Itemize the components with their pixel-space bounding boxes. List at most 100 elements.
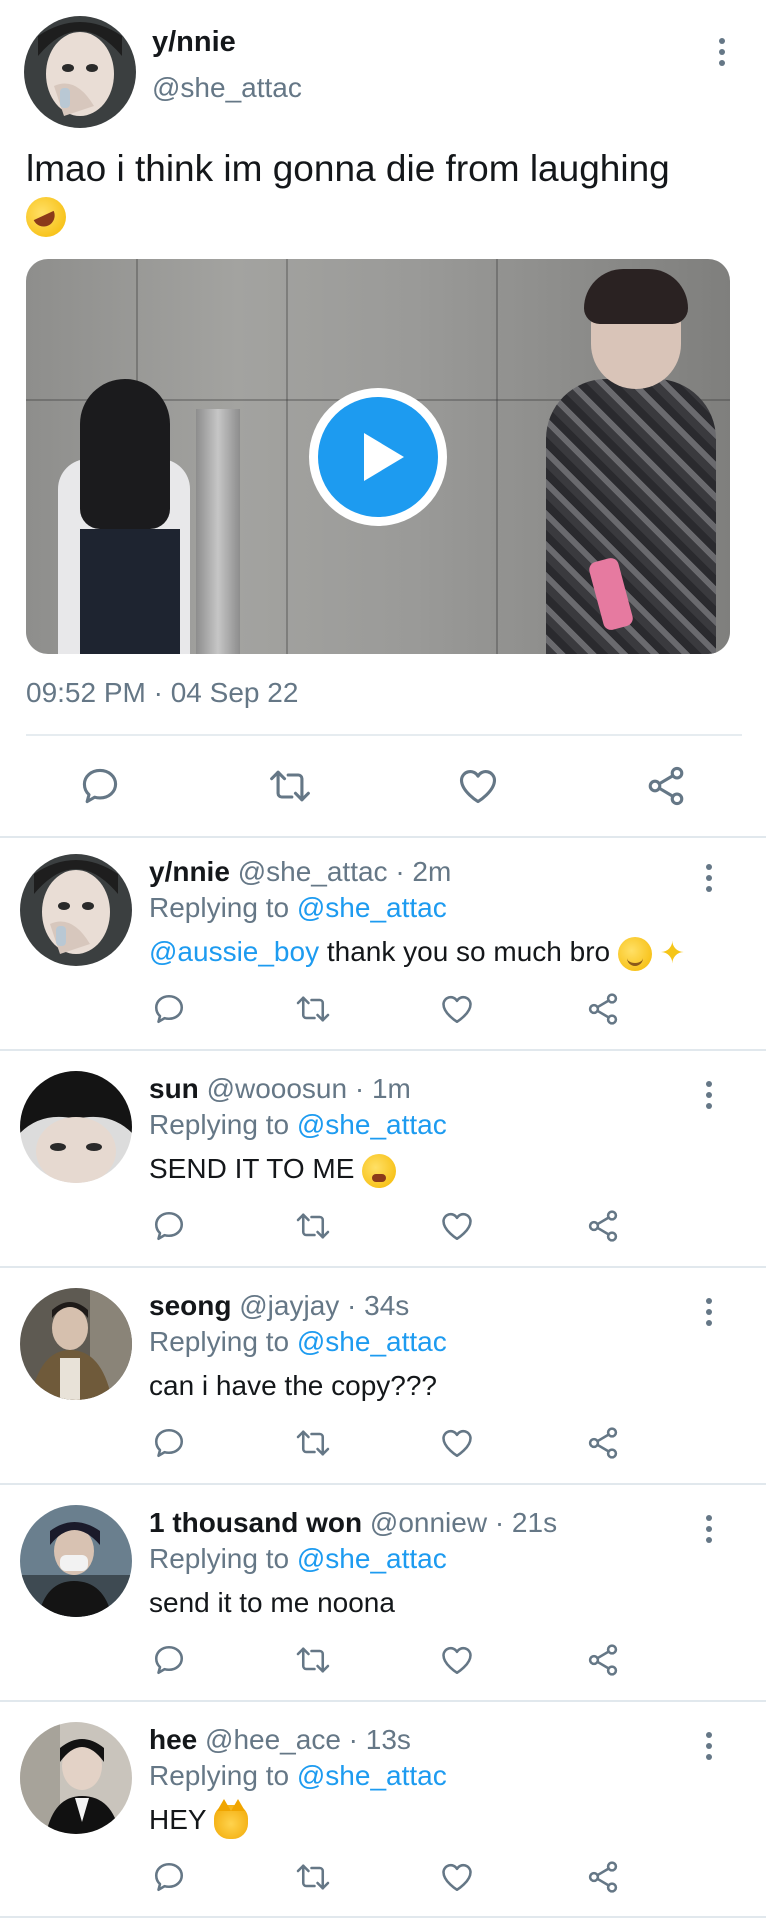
tweet-text-content: lmao i think im gonna die from laughing: [26, 148, 670, 189]
share-icon[interactable]: [640, 760, 692, 812]
reply-text-content: HEY: [149, 1804, 207, 1835]
reply-tweet[interactable]: sun @wooosun · 1m Replying to @she_attac…: [0, 1057, 766, 1273]
reply-header: y/nnie @she_attac · 2m: [149, 856, 451, 888]
tweet-actions: [0, 760, 766, 820]
reply-actions: [0, 1639, 766, 1689]
more-options-icon[interactable]: [710, 32, 734, 72]
handle-and-time[interactable]: @onniew · 21s: [370, 1507, 557, 1538]
user-handle[interactable]: @she_attac: [152, 72, 302, 104]
handle-and-time[interactable]: @jayjay · 34s: [239, 1290, 409, 1321]
relieved-face-emoji-icon: [617, 936, 652, 971]
handle-and-time[interactable]: @hee_ace · 13s: [205, 1724, 411, 1755]
reply-tweet[interactable]: hee @hee_ace · 13s Replying to @she_atta…: [0, 1708, 766, 1920]
reply-header: seong @jayjay · 34s: [149, 1290, 409, 1322]
tweet-timestamp[interactable]: 09:52 PM · 04 Sep 22: [26, 677, 298, 709]
replying-to: Replying to @she_attac: [149, 1760, 447, 1792]
more-options-icon[interactable]: [697, 1075, 721, 1115]
like-icon[interactable]: [452, 760, 504, 812]
replying-to: Replying to @she_attac: [149, 1326, 447, 1358]
mention-link[interactable]: @aussie_boy: [149, 936, 319, 967]
replying-to: Replying to @she_attac: [149, 892, 447, 924]
face-with-steam-emoji-icon: [362, 1153, 397, 1188]
avatar[interactable]: [20, 854, 132, 966]
share-icon[interactable]: [582, 988, 624, 1030]
avatar[interactable]: [20, 1288, 132, 1400]
display-name[interactable]: y/nnie: [152, 26, 236, 59]
replying-to-prefix: Replying to: [149, 1109, 297, 1140]
reply-icon[interactable]: [148, 1422, 190, 1464]
reply-text: can i have the copy???: [149, 1370, 437, 1402]
reply-header: hee @hee_ace · 13s: [149, 1724, 411, 1756]
reply-tweet[interactable]: 1 thousand won @onniew · 21s Replying to…: [0, 1491, 766, 1707]
divider: [0, 1049, 766, 1051]
avatar[interactable]: [20, 1071, 132, 1183]
video-thumbnail[interactable]: [26, 259, 730, 654]
play-button-icon[interactable]: [309, 388, 447, 526]
reply-icon[interactable]: [148, 988, 190, 1030]
share-icon[interactable]: [582, 1639, 624, 1681]
more-options-icon[interactable]: [697, 858, 721, 898]
reply-icon[interactable]: [148, 1205, 190, 1247]
share-icon[interactable]: [582, 1422, 624, 1464]
pouting-cat-emoji-icon: [213, 1798, 248, 1839]
retweet-icon[interactable]: [290, 1205, 336, 1247]
handle-and-time[interactable]: @she_attac · 2m: [238, 856, 452, 887]
more-options-icon[interactable]: [697, 1726, 721, 1766]
avatar[interactable]: [24, 16, 136, 128]
reply-text: SEND IT TO ME: [149, 1153, 397, 1188]
reply-icon[interactable]: [148, 1639, 190, 1681]
display-name[interactable]: y/nnie: [149, 856, 230, 887]
reply-text: HEY: [149, 1798, 248, 1839]
reply-text-content: SEND IT TO ME: [149, 1153, 355, 1184]
replying-to-mention[interactable]: @she_attac: [297, 1543, 447, 1574]
divider: [0, 1266, 766, 1268]
retweet-icon[interactable]: [290, 1422, 336, 1464]
reply-text: send it to me noona: [149, 1587, 395, 1619]
sparkles-emoji-icon: ✦: [659, 936, 685, 970]
reply-icon[interactable]: [74, 760, 126, 812]
reply-text-content: thank you so much bro: [326, 936, 611, 967]
like-icon[interactable]: [436, 988, 478, 1030]
divider: [0, 1916, 766, 1918]
reply-text-content: send it to me noona: [149, 1587, 395, 1618]
replying-to-mention[interactable]: @she_attac: [297, 1109, 447, 1140]
reply-actions: [0, 1422, 766, 1472]
display-name[interactable]: 1 thousand won: [149, 1507, 362, 1538]
avatar[interactable]: [20, 1722, 132, 1834]
retweet-icon[interactable]: [290, 988, 336, 1030]
replying-to-mention[interactable]: @she_attac: [297, 1760, 447, 1791]
share-icon[interactable]: [582, 1856, 624, 1898]
like-icon[interactable]: [436, 1856, 478, 1898]
like-icon[interactable]: [436, 1422, 478, 1464]
replying-to-prefix: Replying to: [149, 1326, 297, 1357]
replying-to: Replying to @she_attac: [149, 1109, 447, 1141]
avatar[interactable]: [20, 1505, 132, 1617]
reply-text: @aussie_boy thank you so much bro ✦: [149, 936, 685, 971]
handle-and-time[interactable]: @wooosun · 1m: [207, 1073, 411, 1104]
like-icon[interactable]: [436, 1639, 478, 1681]
reply-actions: [0, 1205, 766, 1255]
reply-header: 1 thousand won @onniew · 21s: [149, 1507, 557, 1539]
divider: [0, 836, 766, 838]
reply-tweet[interactable]: seong @jayjay · 34s Replying to @she_att…: [0, 1274, 766, 1490]
display-name[interactable]: hee: [149, 1724, 197, 1755]
share-icon[interactable]: [582, 1205, 624, 1247]
reply-actions: [0, 1856, 766, 1906]
reply-icon[interactable]: [148, 1856, 190, 1898]
reply-tweet[interactable]: y/nnie @she_attac · 2m Replying to @she_…: [0, 840, 766, 1056]
divider: [0, 1483, 766, 1485]
more-options-icon[interactable]: [697, 1292, 721, 1332]
divider: [26, 734, 742, 736]
replying-to-mention[interactable]: @she_attac: [297, 892, 447, 923]
retweet-icon[interactable]: [290, 1856, 336, 1898]
retweet-icon[interactable]: [262, 760, 318, 812]
like-icon[interactable]: [436, 1205, 478, 1247]
display-name[interactable]: seong: [149, 1290, 231, 1321]
reply-text-content: can i have the copy???: [149, 1370, 437, 1401]
display-name[interactable]: sun: [149, 1073, 199, 1104]
replying-to: Replying to @she_attac: [149, 1543, 447, 1575]
retweet-icon[interactable]: [290, 1639, 336, 1681]
more-options-icon[interactable]: [697, 1509, 721, 1549]
replying-to-prefix: Replying to: [149, 1760, 297, 1791]
replying-to-mention[interactable]: @she_attac: [297, 1326, 447, 1357]
